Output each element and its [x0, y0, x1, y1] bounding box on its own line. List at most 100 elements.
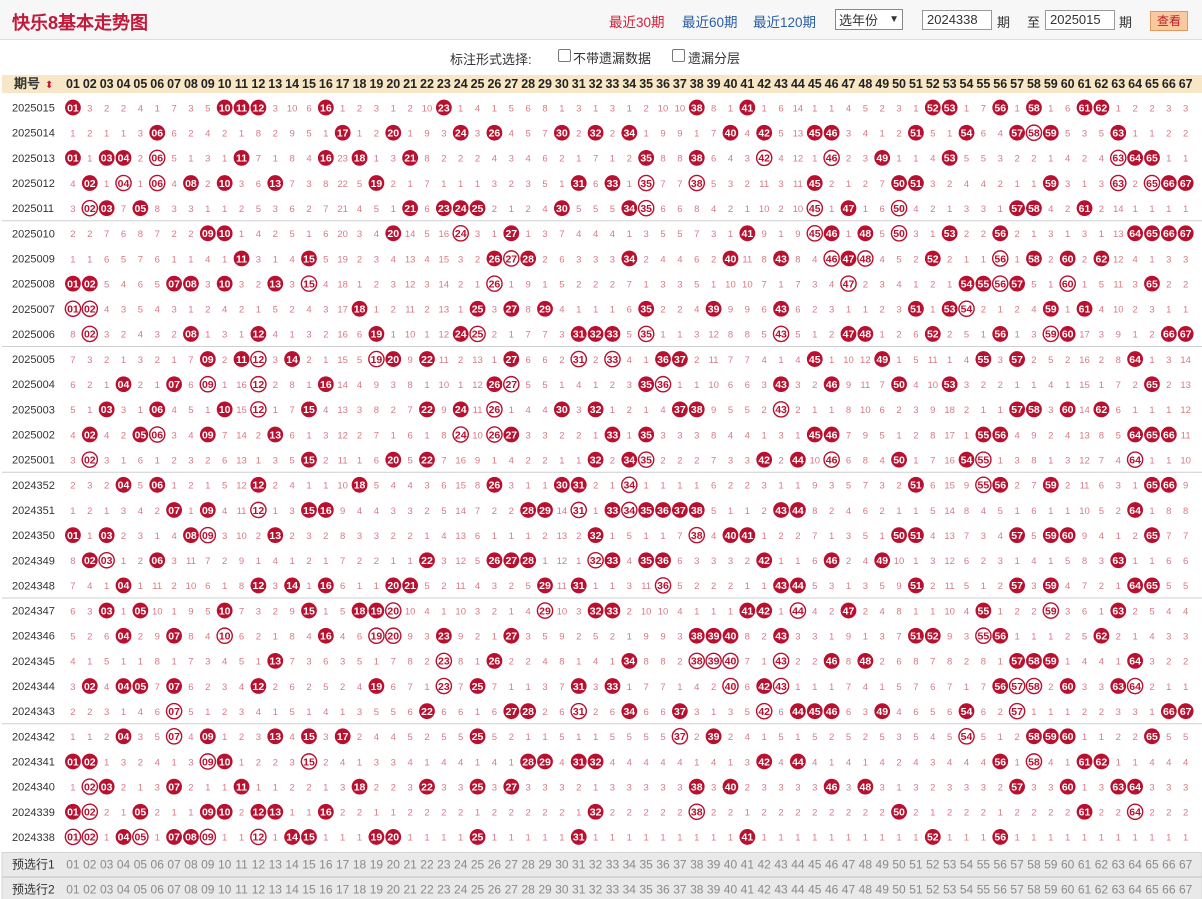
preselect-cell[interactable]: 08: [184, 883, 198, 897]
preselect-cell[interactable]: 59: [1044, 858, 1058, 872]
preselect-cell[interactable]: 56: [994, 883, 1008, 897]
preselect-cell[interactable]: 21: [403, 858, 417, 872]
preselect-cell[interactable]: 21: [403, 883, 417, 897]
preselect-cell[interactable]: 53: [943, 883, 957, 897]
preselect-cell[interactable]: 33: [606, 883, 620, 897]
preselect-cell[interactable]: 66: [1162, 858, 1176, 872]
preselect-cell[interactable]: 54: [960, 883, 974, 897]
preselect-cell[interactable]: 53: [943, 858, 957, 872]
preselect-cell[interactable]: 65: [1145, 883, 1159, 897]
preselect-cell[interactable]: 05: [134, 858, 148, 872]
preselect-cell[interactable]: 67: [1179, 858, 1193, 872]
preselect-cell[interactable]: 09: [201, 883, 215, 897]
preselect-cell[interactable]: 45: [808, 858, 822, 872]
preselect-cell[interactable]: 61: [1078, 858, 1092, 872]
preselect-cell[interactable]: 50: [892, 883, 906, 897]
preselect-cell[interactable]: 31: [572, 858, 586, 872]
preselect-cell[interactable]: 13: [269, 883, 283, 897]
preselect-cell[interactable]: 11: [235, 858, 248, 872]
preselect-cell[interactable]: 24: [454, 858, 468, 872]
preselect-cell[interactable]: 44: [791, 858, 805, 872]
preselect-cell[interactable]: 01: [66, 858, 80, 872]
issue-column-header[interactable]: 期号: [14, 76, 40, 91]
preselect-cell[interactable]: 51: [909, 858, 923, 872]
preselect-cell[interactable]: 56: [994, 858, 1008, 872]
preselect-cell[interactable]: 13: [269, 858, 283, 872]
preselect-cell[interactable]: 28: [521, 883, 535, 897]
preselect-cell[interactable]: 48: [859, 883, 873, 897]
preselect-cell[interactable]: 07: [167, 858, 181, 872]
preselect-cell[interactable]: 34: [623, 858, 637, 872]
preselect-cell[interactable]: 23: [437, 858, 451, 872]
preselect-cell[interactable]: 36: [656, 883, 670, 897]
preselect-cell[interactable]: 35: [639, 883, 653, 897]
preselect-cell[interactable]: 65: [1145, 858, 1159, 872]
preselect-cell[interactable]: 09: [201, 858, 215, 872]
preselect-cell[interactable]: 34: [623, 883, 637, 897]
preselect-cell[interactable]: 33: [606, 858, 620, 872]
preselect-cell[interactable]: 14: [285, 858, 299, 872]
preselect-cell[interactable]: 03: [100, 883, 114, 897]
preselect-cell[interactable]: 04: [117, 883, 131, 897]
preselect-cell[interactable]: 18: [353, 883, 367, 897]
preselect-cell[interactable]: 64: [1128, 858, 1142, 872]
preselect-cell[interactable]: 38: [690, 858, 704, 872]
preselect-cell[interactable]: 46: [825, 883, 839, 897]
preselect-cell[interactable]: 57: [1010, 858, 1024, 872]
preselect-cell[interactable]: 55: [977, 883, 991, 897]
preselect-cell[interactable]: 41: [741, 883, 755, 897]
preselect-cell[interactable]: 30: [555, 883, 569, 897]
preselect-cell[interactable]: 52: [926, 858, 940, 872]
preselect-cell[interactable]: 26: [488, 883, 502, 897]
preselect-cell[interactable]: 12: [252, 858, 266, 872]
preselect-cell[interactable]: 17: [336, 883, 350, 897]
preselect-cell[interactable]: 66: [1162, 883, 1176, 897]
preselect-cell[interactable]: 57: [1010, 883, 1024, 897]
preselect-cell[interactable]: 12: [252, 883, 266, 897]
preselect-cell[interactable]: 03: [100, 858, 114, 872]
preselect-cell[interactable]: 26: [488, 858, 502, 872]
preselect-cell[interactable]: 29: [538, 883, 552, 897]
preselect-cell[interactable]: 62: [1095, 883, 1109, 897]
preselect-cell[interactable]: 60: [1061, 883, 1075, 897]
preselect-cell[interactable]: 32: [589, 883, 603, 897]
preselect-cell[interactable]: 63: [1112, 883, 1126, 897]
preselect-cell[interactable]: 32: [589, 858, 603, 872]
preselect-cell[interactable]: 17: [336, 858, 350, 872]
preselect-cell[interactable]: 10: [218, 883, 232, 897]
preselect-cell[interactable]: 54: [960, 858, 974, 872]
preselect-cell[interactable]: 60: [1061, 858, 1075, 872]
preselect-cell[interactable]: 29: [538, 858, 552, 872]
preselect-cell[interactable]: 05: [134, 883, 148, 897]
preselect-cell[interactable]: 41: [741, 858, 755, 872]
preselect-cell[interactable]: 63: [1112, 858, 1126, 872]
preselect-cell[interactable]: 62: [1095, 858, 1109, 872]
preselect-cell[interactable]: 01: [66, 883, 80, 897]
preselect-cell[interactable]: 64: [1128, 883, 1142, 897]
preselect-cell[interactable]: 14: [285, 883, 299, 897]
preselect-cell[interactable]: 07: [167, 883, 181, 897]
preselect-cell[interactable]: 55: [977, 858, 991, 872]
preselect-cell[interactable]: 19: [370, 858, 384, 872]
preselect-cell[interactable]: 15: [302, 883, 316, 897]
preselect-cell[interactable]: 23: [437, 883, 451, 897]
preselect-cell[interactable]: 02: [83, 883, 97, 897]
preselect-cell[interactable]: 06: [151, 858, 165, 872]
preselect-cell[interactable]: 31: [572, 883, 586, 897]
preselect-cell[interactable]: 18: [353, 858, 367, 872]
preselect-cell[interactable]: 36: [656, 858, 670, 872]
preselect-cell[interactable]: 28: [521, 858, 535, 872]
preselect-cell[interactable]: 49: [876, 858, 890, 872]
preselect-cell[interactable]: 44: [791, 883, 805, 897]
preselect-cell[interactable]: 20: [387, 883, 401, 897]
preselect-cell[interactable]: 40: [724, 858, 738, 872]
preselect-cell[interactable]: 58: [1027, 858, 1041, 872]
preselect-cell[interactable]: 37: [673, 883, 687, 897]
preselect-cell[interactable]: 47: [842, 883, 856, 897]
preselect-cell[interactable]: 58: [1027, 883, 1041, 897]
preselect-cell[interactable]: 51: [909, 883, 923, 897]
preselect-cell[interactable]: 10: [218, 858, 232, 872]
preselect-cell[interactable]: 16: [319, 858, 333, 872]
preselect-cell[interactable]: 49: [876, 883, 890, 897]
preselect-cell[interactable]: 43: [774, 883, 788, 897]
